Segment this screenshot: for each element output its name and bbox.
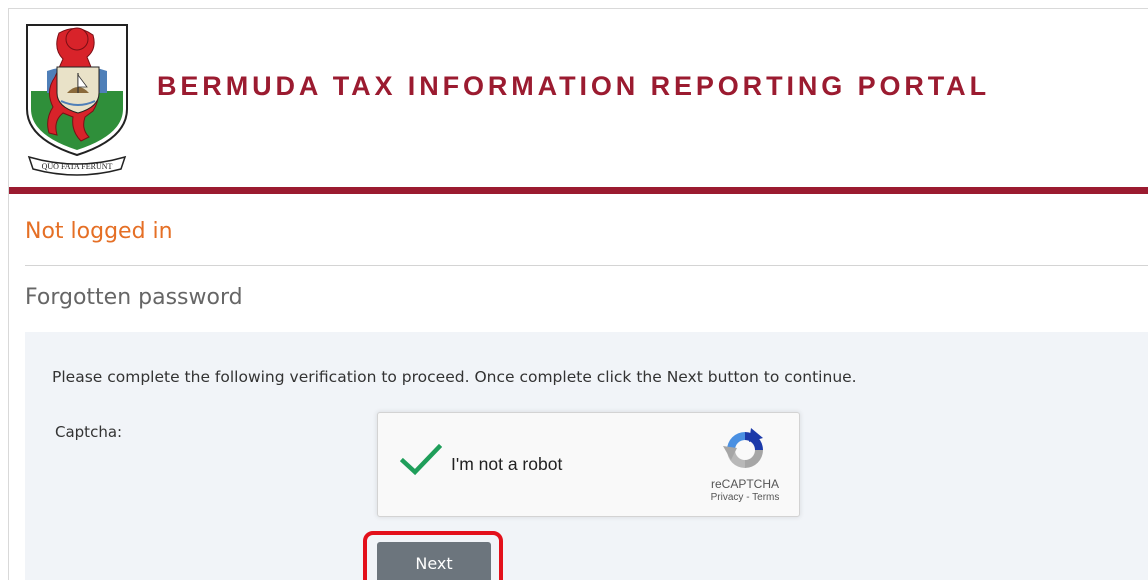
site-header: QUO FATA FERUNT BERMUDA TAX INFORMATION … [9, 9, 1148, 187]
verification-panel: Please complete the following verificati… [25, 332, 1148, 580]
bermuda-coat-of-arms-icon: QUO FATA FERUNT [26, 24, 128, 176]
svg-text:QUO FATA FERUNT: QUO FATA FERUNT [42, 162, 113, 171]
next-button[interactable]: Next [377, 542, 491, 580]
recaptcha-brand: reCAPTCHA [710, 477, 779, 491]
recaptcha-link-separator: - [743, 492, 753, 503]
status-divider [25, 265, 1148, 266]
recaptcha-label: I'm not a robot [451, 454, 563, 474]
recaptcha-links: Privacy - Terms [696, 492, 794, 503]
login-status: Not logged in [25, 219, 173, 244]
captcha-label: Captcha: [55, 423, 123, 441]
recaptcha-privacy-link[interactable]: Privacy [711, 492, 744, 503]
header-divider [9, 187, 1148, 194]
page-title: Forgotten password [25, 285, 243, 310]
instructions-text: Please complete the following verificati… [52, 368, 857, 386]
recaptcha-terms-link[interactable]: Terms [752, 492, 779, 503]
recaptcha-logo-icon [723, 428, 763, 468]
site-title: BERMUDA TAX INFORMATION REPORTING PORTAL [157, 71, 990, 101]
checkmark-icon[interactable] [400, 443, 442, 477]
recaptcha-widget[interactable]: I'm not a robot reCAPTCHA Privacy - Term… [377, 412, 800, 517]
page-frame: QUO FATA FERUNT BERMUDA TAX INFORMATION … [8, 8, 1148, 580]
